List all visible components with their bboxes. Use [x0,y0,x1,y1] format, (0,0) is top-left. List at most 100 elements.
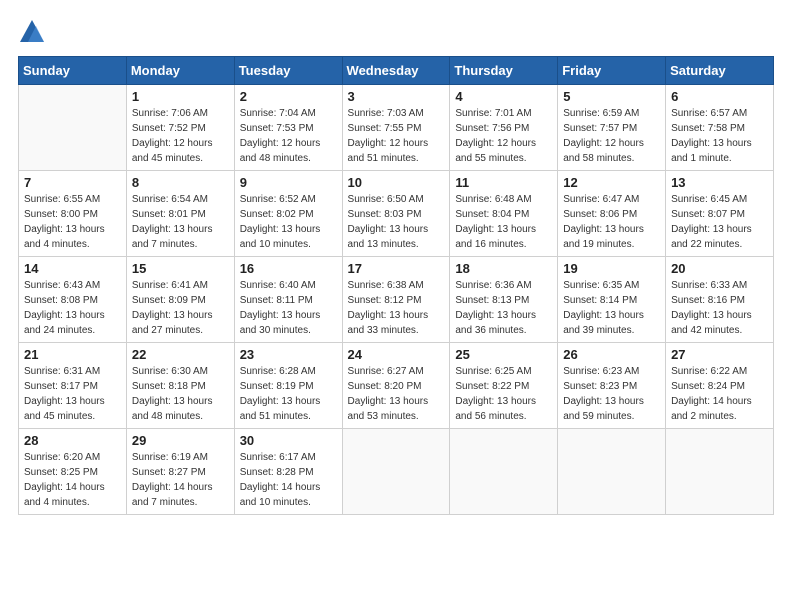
day-info: Sunrise: 6:35 AM Sunset: 8:14 PM Dayligh… [563,278,660,338]
calendar-week-row: 1 Sunrise: 7:06 AM Sunset: 7:52 PM Daylig… [19,85,774,171]
day-info: Sunrise: 6:59 AM Sunset: 7:57 PM Dayligh… [563,106,660,166]
calendar-cell [666,429,774,515]
weekday-header-row: SundayMondayTuesdayWednesdayThursdayFrid… [19,57,774,85]
calendar-cell: 22Sunrise: 6:30 AM Sunset: 8:18 PM Dayli… [126,343,234,429]
weekday-header-friday: Friday [558,57,666,85]
day-number: 8 [132,175,229,190]
day-info: Sunrise: 6:33 AM Sunset: 8:16 PM Dayligh… [671,278,768,338]
calendar-cell [19,85,127,171]
calendar-cell: 18 Sunrise: 6:36 AM Sunset: 8:13 PM Dayli… [450,257,558,343]
calendar-cell: 13 Sunrise: 6:45 AM Sunset: 8:07 PM Dayli… [666,171,774,257]
calendar-cell: 17 Sunrise: 6:38 AM Sunset: 8:12 PM Dayli… [342,257,450,343]
calendar-cell: 14 Sunrise: 6:43 AM Sunset: 8:08 PM Dayli… [19,257,127,343]
day-info: Sunrise: 6:41 AM Sunset: 8:09 PM Dayligh… [132,278,229,338]
calendar-cell: 7 Sunrise: 6:55 AM Sunset: 8:00 PM Daylig… [19,171,127,257]
calendar-cell: 10Sunrise: 6:50 AM Sunset: 8:03 PM Dayli… [342,171,450,257]
day-number: 29 [132,433,229,448]
calendar-cell: 12 Sunrise: 6:47 AM Sunset: 8:06 PM Dayli… [558,171,666,257]
day-info: Sunrise: 6:30 AM Sunset: 8:18 PM Dayligh… [132,364,229,424]
calendar-cell: 30Sunrise: 6:17 AM Sunset: 8:28 PM Dayli… [234,429,342,515]
day-number: 16 [240,261,337,276]
calendar-cell: 25Sunrise: 6:25 AM Sunset: 8:22 PM Dayli… [450,343,558,429]
day-number: 2 [240,89,337,104]
calendar-cell: 29 Sunrise: 6:19 AM Sunset: 8:27 PM Dayli… [126,429,234,515]
calendar-week-row: 21 Sunrise: 6:31 AM Sunset: 8:17 PM Dayli… [19,343,774,429]
day-info: Sunrise: 6:27 AM Sunset: 8:20 PM Dayligh… [348,364,445,424]
day-number: 23 [240,347,337,362]
day-info: Sunrise: 7:01 AM Sunset: 7:56 PM Dayligh… [455,106,552,166]
weekday-header-sunday: Sunday [19,57,127,85]
calendar-week-row: 14 Sunrise: 6:43 AM Sunset: 8:08 PM Dayli… [19,257,774,343]
day-info: Sunrise: 7:04 AM Sunset: 7:53 PM Dayligh… [240,106,337,166]
calendar-body: 1 Sunrise: 7:06 AM Sunset: 7:52 PM Daylig… [19,85,774,515]
header [18,18,774,46]
weekday-header-monday: Monday [126,57,234,85]
weekday-header-wednesday: Wednesday [342,57,450,85]
weekday-header-tuesday: Tuesday [234,57,342,85]
day-number: 27 [671,347,768,362]
calendar-cell: 27 Sunrise: 6:22 AM Sunset: 8:24 PM Dayli… [666,343,774,429]
day-number: 7 [24,175,121,190]
day-number: 20 [671,261,768,276]
calendar-cell: 9 Sunrise: 6:52 AM Sunset: 8:02 PM Daylig… [234,171,342,257]
day-number: 21 [24,347,121,362]
calendar-table: SundayMondayTuesdayWednesdayThursdayFrid… [18,56,774,515]
weekday-header-thursday: Thursday [450,57,558,85]
day-number: 3 [348,89,445,104]
day-info: Sunrise: 6:36 AM Sunset: 8:13 PM Dayligh… [455,278,552,338]
day-info: Sunrise: 6:22 AM Sunset: 8:24 PM Dayligh… [671,364,768,424]
calendar-cell: 16 Sunrise: 6:40 AM Sunset: 8:11 PM Dayli… [234,257,342,343]
day-number: 26 [563,347,660,362]
calendar-cell: 1 Sunrise: 7:06 AM Sunset: 7:52 PM Daylig… [126,85,234,171]
day-info: Sunrise: 6:19 AM Sunset: 8:27 PM Dayligh… [132,450,229,510]
day-info: Sunrise: 6:31 AM Sunset: 8:17 PM Dayligh… [24,364,121,424]
calendar-cell: 3 Sunrise: 7:03 AM Sunset: 7:55 PM Daylig… [342,85,450,171]
logo [18,18,50,46]
logo-icon [18,18,46,46]
day-info: Sunrise: 6:48 AM Sunset: 8:04 PM Dayligh… [455,192,552,252]
calendar-cell [450,429,558,515]
day-number: 19 [563,261,660,276]
day-info: Sunrise: 6:17 AM Sunset: 8:28 PM Dayligh… [240,450,337,510]
calendar-week-row: 28Sunrise: 6:20 AM Sunset: 8:25 PM Dayli… [19,429,774,515]
day-number: 28 [24,433,121,448]
calendar-cell: 21 Sunrise: 6:31 AM Sunset: 8:17 PM Dayli… [19,343,127,429]
calendar-cell: 20 Sunrise: 6:33 AM Sunset: 8:16 PM Dayli… [666,257,774,343]
day-info: Sunrise: 6:52 AM Sunset: 8:02 PM Dayligh… [240,192,337,252]
calendar-cell: 15Sunrise: 6:41 AM Sunset: 8:09 PM Dayli… [126,257,234,343]
day-number: 6 [671,89,768,104]
page: SundayMondayTuesdayWednesdayThursdayFrid… [0,0,792,612]
day-info: Sunrise: 7:03 AM Sunset: 7:55 PM Dayligh… [348,106,445,166]
calendar-cell: 24 Sunrise: 6:27 AM Sunset: 8:20 PM Dayli… [342,343,450,429]
day-number: 4 [455,89,552,104]
calendar-cell [558,429,666,515]
day-number: 17 [348,261,445,276]
calendar-cell [342,429,450,515]
day-info: Sunrise: 6:45 AM Sunset: 8:07 PM Dayligh… [671,192,768,252]
day-info: Sunrise: 6:50 AM Sunset: 8:03 PM Dayligh… [348,192,445,252]
day-number: 18 [455,261,552,276]
calendar-header: SundayMondayTuesdayWednesdayThursdayFrid… [19,57,774,85]
day-info: Sunrise: 7:06 AM Sunset: 7:52 PM Dayligh… [132,106,229,166]
day-info: Sunrise: 6:38 AM Sunset: 8:12 PM Dayligh… [348,278,445,338]
calendar-cell: 26 Sunrise: 6:23 AM Sunset: 8:23 PM Dayli… [558,343,666,429]
day-number: 25 [455,347,552,362]
day-number: 5 [563,89,660,104]
calendar-cell: 4 Sunrise: 7:01 AM Sunset: 7:56 PM Daylig… [450,85,558,171]
day-number: 1 [132,89,229,104]
calendar-cell: 23Sunrise: 6:28 AM Sunset: 8:19 PM Dayli… [234,343,342,429]
calendar-cell: 2 Sunrise: 7:04 AM Sunset: 7:53 PM Daylig… [234,85,342,171]
calendar-cell: 11 Sunrise: 6:48 AM Sunset: 8:04 PM Dayli… [450,171,558,257]
day-info: Sunrise: 6:47 AM Sunset: 8:06 PM Dayligh… [563,192,660,252]
day-info: Sunrise: 6:43 AM Sunset: 8:08 PM Dayligh… [24,278,121,338]
day-number: 24 [348,347,445,362]
day-info: Sunrise: 6:40 AM Sunset: 8:11 PM Dayligh… [240,278,337,338]
day-number: 14 [24,261,121,276]
day-number: 9 [240,175,337,190]
day-info: Sunrise: 6:23 AM Sunset: 8:23 PM Dayligh… [563,364,660,424]
day-number: 12 [563,175,660,190]
day-number: 13 [671,175,768,190]
day-info: Sunrise: 6:54 AM Sunset: 8:01 PM Dayligh… [132,192,229,252]
day-info: Sunrise: 6:55 AM Sunset: 8:00 PM Dayligh… [24,192,121,252]
day-number: 11 [455,175,552,190]
